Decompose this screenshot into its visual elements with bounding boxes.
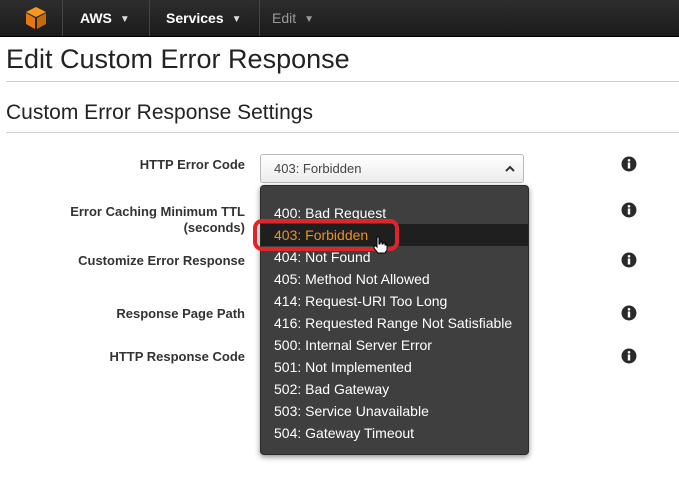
dropdown-option-416[interactable]: 416: Requested Range Not Satisfiable: [261, 312, 528, 334]
dropdown-option-503[interactable]: 503: Service Unavailable: [261, 400, 528, 422]
customize-error-response-label: Customize Error Response: [78, 253, 245, 268]
error-caching-ttl-label: Error Caching Minimum TTL (seconds): [70, 204, 245, 236]
hand-cursor-icon: [373, 236, 388, 254]
aws-cube-logo-icon: [26, 7, 46, 29]
divider: [6, 132, 679, 133]
divider: [6, 81, 679, 82]
services-menu[interactable]: Services ▼: [150, 0, 260, 36]
response-page-path-label: Response Page Path: [116, 306, 245, 321]
section-title: Custom Error Response Settings: [6, 101, 313, 124]
info-icon[interactable]: [621, 348, 637, 364]
http-response-code-label: HTTP Response Code: [109, 349, 245, 364]
http-error-code-select[interactable]: 403: Forbidden: [260, 154, 524, 183]
dropdown-option-500[interactable]: 500: Internal Server Error: [261, 334, 528, 356]
dropdown-option-414[interactable]: 414: Request-URI Too Long: [261, 290, 528, 312]
chevron-up-icon: [505, 165, 515, 172]
edit-menu-label: Edit: [272, 10, 297, 26]
info-icon[interactable]: [621, 156, 637, 172]
select-value: 403: Forbidden: [274, 161, 362, 176]
services-menu-label: Services: [166, 10, 224, 26]
dropdown-option-501[interactable]: 501: Not Implemented: [261, 356, 528, 378]
aws-menu[interactable]: AWS ▼: [62, 0, 150, 36]
dropdown-option-504[interactable]: 504: Gateway Timeout: [261, 422, 528, 444]
dropdown-option-405[interactable]: 405: Method Not Allowed: [261, 268, 528, 290]
chevron-down-icon: ▼: [304, 14, 315, 25]
ttl-label-line2: (seconds): [183, 220, 245, 235]
http-error-code-label: HTTP Error Code: [139, 157, 245, 172]
info-icon[interactable]: [621, 305, 637, 321]
edit-menu[interactable]: Edit ▼: [260, 0, 340, 36]
page-title: Edit Custom Error Response: [6, 44, 350, 74]
info-icon[interactable]: [621, 202, 637, 218]
info-icon[interactable]: [621, 252, 637, 268]
aws-menu-label: AWS: [80, 10, 112, 26]
dropdown-option-502[interactable]: 502: Bad Gateway: [261, 378, 528, 400]
top-navigation-bar: AWS ▼ Services ▼ Edit ▼: [0, 0, 679, 37]
chevron-down-icon: ▼: [231, 14, 242, 25]
aws-logo-button[interactable]: [0, 0, 63, 36]
chevron-down-icon: ▼: [119, 14, 130, 25]
ttl-label-line1: Error Caching Minimum TTL: [70, 204, 245, 219]
